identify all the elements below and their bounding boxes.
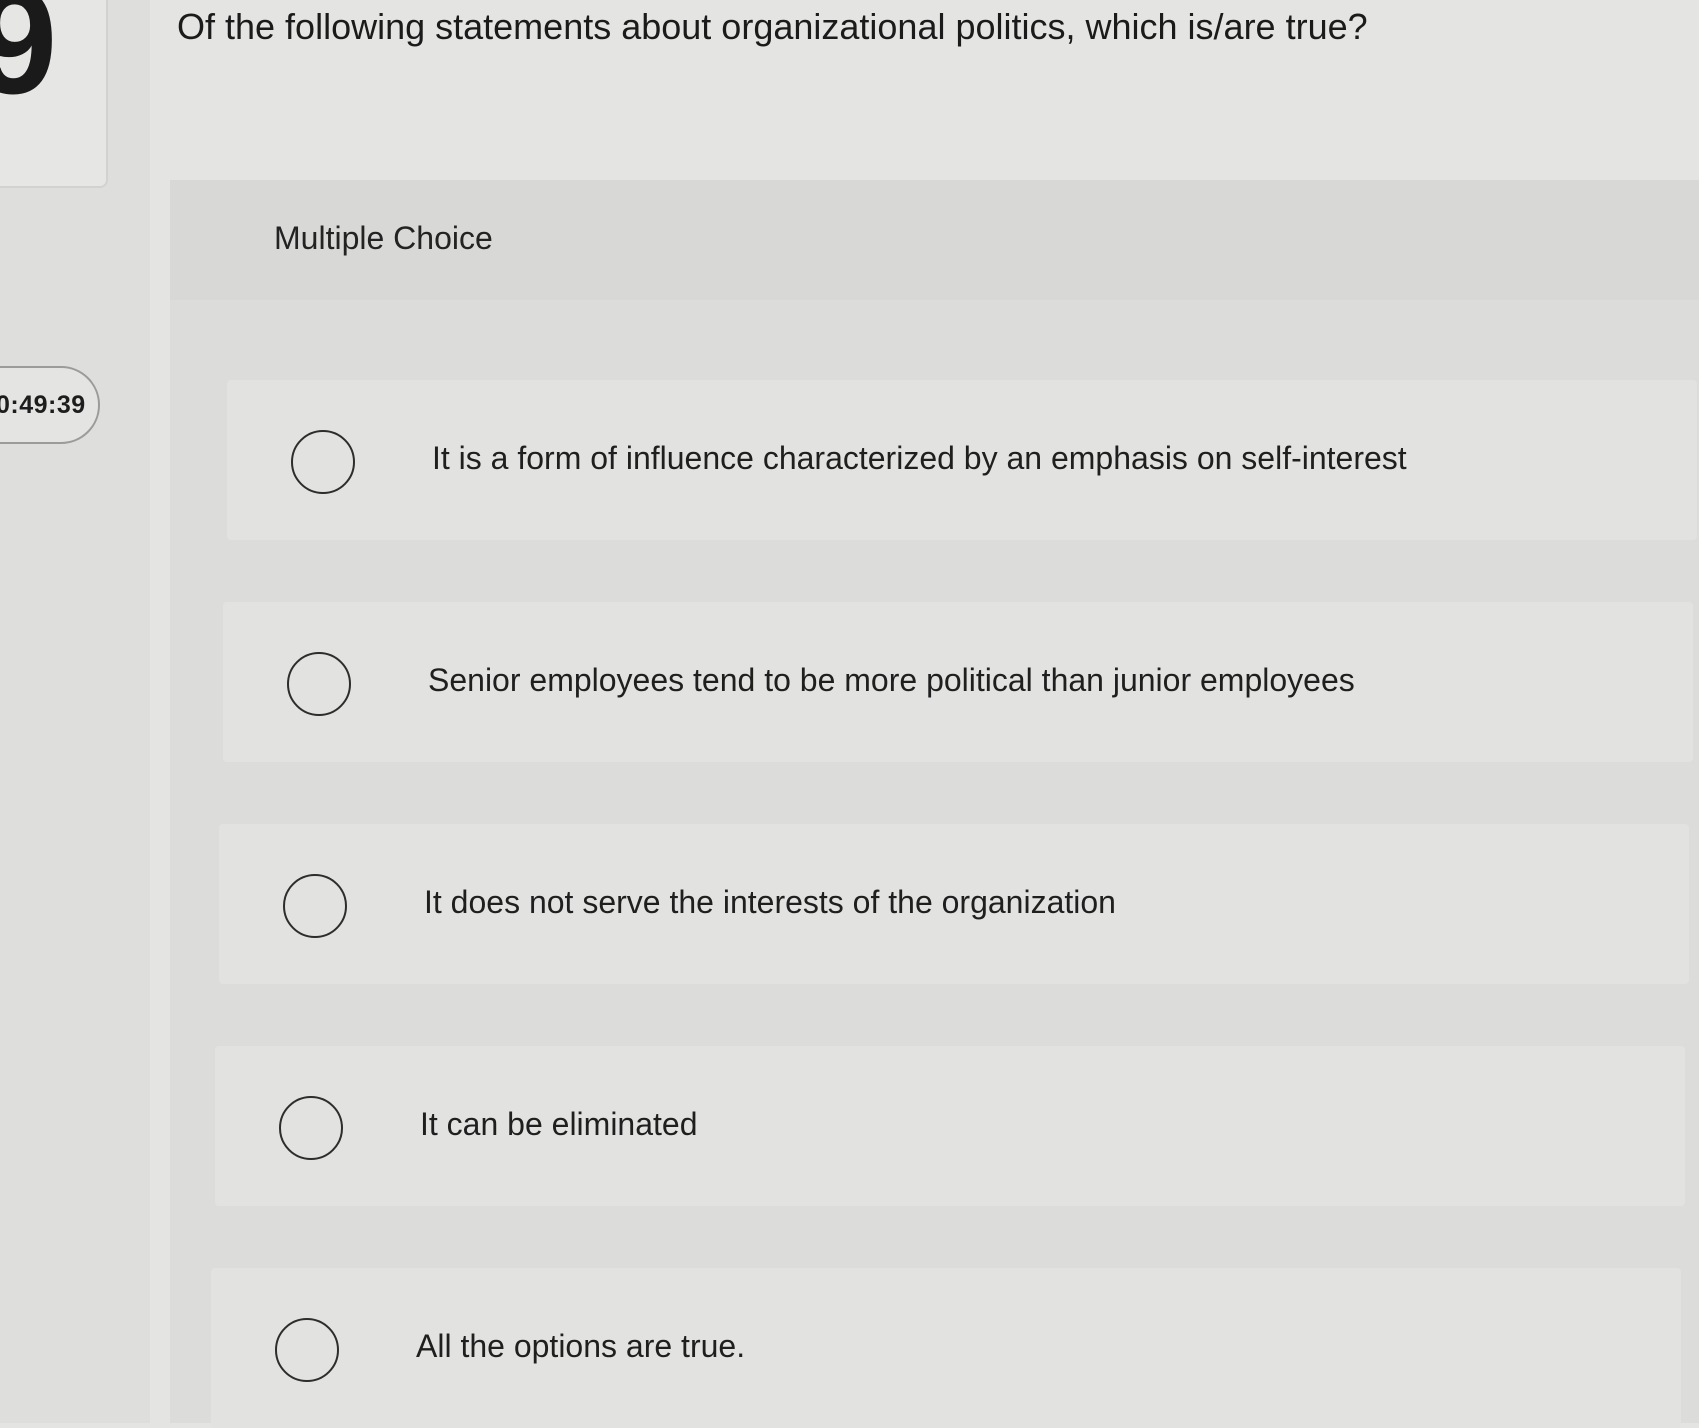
answer-option[interactable]: Senior employees tend to be more politic… (223, 602, 1693, 762)
question-title: Of the following statements about organi… (177, 6, 1368, 47)
question-number: 9 (0, 0, 57, 116)
answer-option-label: It does not serve the interests of the o… (424, 884, 1116, 920)
question-type-label: Multiple Choice (274, 220, 493, 256)
left-rail (0, 0, 150, 1423)
radio-unselected-icon[interactable] (291, 430, 355, 494)
answer-option-label: All the options are true. (416, 1328, 746, 1364)
timer-badge: 0:49:39 (0, 366, 100, 444)
question-panel: Multiple Choice It is a form of influenc… (170, 180, 1699, 1428)
question-number-card: 9 (0, 0, 108, 188)
answer-option[interactable]: It does not serve the interests of the o… (219, 824, 1689, 984)
answer-option-label: It is a form of influence characterized … (432, 440, 1407, 476)
question-type-header: Multiple Choice (170, 180, 1699, 300)
answer-option-label: Senior employees tend to be more politic… (428, 662, 1355, 698)
answer-option[interactable]: It is a form of influence characterized … (227, 380, 1697, 540)
answer-option[interactable]: All the options are true. (211, 1268, 1681, 1428)
answer-option-label: It can be eliminated (420, 1106, 698, 1142)
radio-unselected-icon[interactable] (275, 1318, 339, 1382)
radio-unselected-icon[interactable] (283, 874, 347, 938)
radio-unselected-icon[interactable] (287, 652, 351, 716)
answer-option[interactable]: It can be eliminated (215, 1046, 1685, 1206)
radio-unselected-icon[interactable] (279, 1096, 343, 1160)
